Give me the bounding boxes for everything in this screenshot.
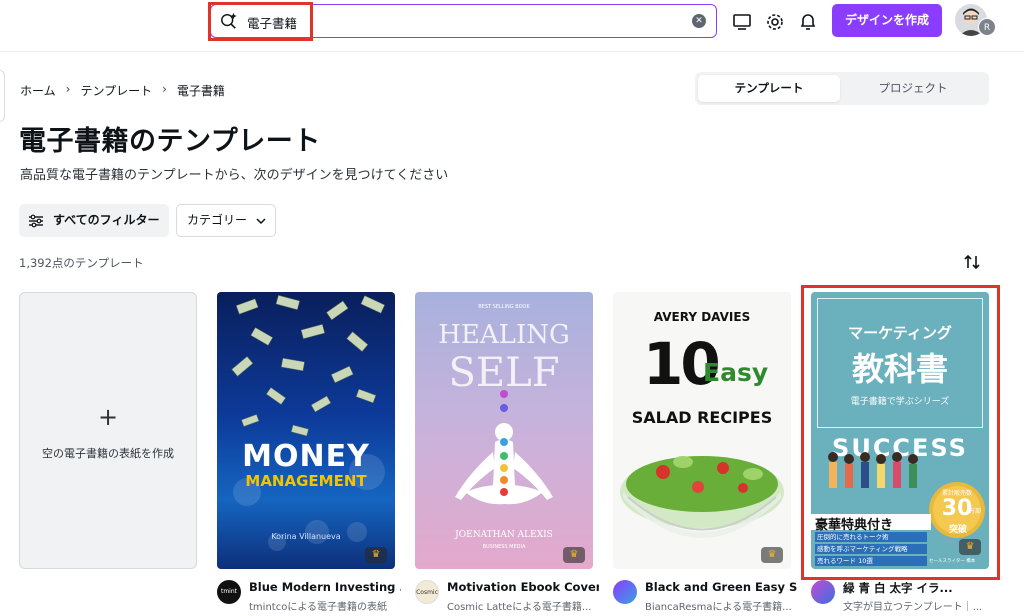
premium-crown-icon: ♛ [563, 547, 585, 563]
bell-icon[interactable] [797, 11, 819, 33]
filter-sliders-icon [29, 214, 43, 228]
bonus-item: 感動を呼ぶマーケティング戦略 [815, 544, 927, 554]
salad-bowl-illustration [620, 456, 784, 538]
premium-crown-icon: ♛ [365, 547, 387, 563]
category-dropdown[interactable]: カテゴリー [176, 204, 276, 237]
template-meta[interactable]: Black and Green Easy S... BiancaResmaによる… [613, 576, 798, 616]
template-creator[interactable]: 文字が目立つテンプレート｜... [843, 598, 995, 613]
tab-templates[interactable]: テンプレート [698, 75, 840, 102]
cover-title: MONEY [242, 439, 370, 474]
page-title: 電子書籍のテンプレート [19, 126, 321, 157]
account-badge: R [978, 18, 996, 36]
template-meta[interactable]: Cosmic Motivation Ebook Cover Cosmic Lat… [415, 576, 600, 616]
template-creator[interactable]: Cosmic Latteによる電子書籍... [447, 598, 599, 613]
template-meta[interactable]: 緑 青 白 太字 イラ... 文字が目立つテンプレート｜... [811, 576, 996, 616]
breadcrumb-ebook[interactable]: 電子書籍 [177, 82, 225, 99]
breadcrumb: ホーム › テンプレート › 電子書籍 [20, 82, 225, 99]
magic-search-icon [221, 12, 237, 29]
page-subtitle: 高品質な電子書籍のテンプレートから、次のデザインを見つけてください [20, 168, 449, 183]
badge-suffix: 突破 [948, 525, 967, 535]
create-blank-label: 空の電子書籍の表紙を作成 [42, 447, 174, 460]
plus-icon: + [97, 403, 119, 431]
template-title[interactable]: Motivation Ebook Cover [447, 580, 599, 594]
template-meta[interactable]: tmint Blue Modern Investing ... tmintcoに… [217, 576, 402, 616]
view-toggle: テンプレート プロジェクト [695, 72, 989, 105]
breadcrumb-templates[interactable]: テンプレート [80, 82, 152, 99]
breadcrumb-home[interactable]: ホーム [20, 82, 56, 99]
premium-crown-icon: ♛ [959, 539, 981, 555]
all-filters-button[interactable]: すべてのフィルター [19, 204, 169, 237]
cover-author: JOENATHAN ALEXIS [455, 530, 553, 540]
sort-icon[interactable] [962, 252, 982, 272]
template-card[interactable]: マーケティング 教科書 電子書籍で学ぶシリーズ SUCCESS 累計販売数 30… [811, 292, 989, 569]
badge-unit: 万部 [969, 508, 982, 515]
template-card[interactable]: MONEY MANAGEMENT Korina Villanueva ♛ [217, 292, 395, 569]
cover-subtitle: MANAGEMENT [245, 472, 367, 490]
create-design-button[interactable]: デザインを作成 [832, 4, 942, 37]
money-rain-illustration [231, 294, 385, 551]
desktop-app-icon[interactable] [731, 11, 753, 33]
all-filters-label: すべてのフィルター [53, 213, 160, 227]
tab-projects[interactable]: プロジェクト [842, 75, 984, 102]
gear-icon[interactable] [764, 11, 786, 33]
cover-author: Korina Villanueva [271, 532, 341, 541]
premium-crown-icon: ♛ [761, 547, 783, 563]
creator-logo: Cosmic [415, 580, 439, 604]
search-input[interactable]: 電子書籍 [247, 13, 297, 32]
bonus-item: 圧倒的に売れるトーク術 [815, 532, 927, 542]
template-creator[interactable]: tmintcoによる電子書籍の表紙 [249, 598, 401, 613]
bonus-title: 豪華特典付き [815, 518, 894, 533]
template-creator[interactable]: BiancaResmaによる電子書籍... [645, 598, 797, 613]
search-bar[interactable]: 電子書籍 ✕ [210, 4, 717, 38]
template-count: 1,392点のテンプレート [19, 256, 144, 270]
top-bar: 電子書籍 ✕ デザインを作成 R [0, 0, 1024, 52]
template-card[interactable]: BEST SELLING BOOK HEALING SELF JOENATHAN… [415, 292, 593, 569]
template-card[interactable]: AVERY DAVIES 10 Easy SALAD RECIPES ♛ [613, 292, 791, 569]
cover-author: セールスライター 橋本 [929, 559, 976, 564]
template-title[interactable]: 緑 青 白 太字 イラ... [843, 580, 995, 596]
template-title[interactable]: Blue Modern Investing ... [249, 580, 401, 594]
creator-avatar [811, 580, 835, 604]
meditation-figure-illustration [455, 390, 553, 505]
clear-search-icon[interactable]: ✕ [692, 14, 706, 28]
creator-avatar [613, 580, 637, 604]
template-title[interactable]: Black and Green Easy S... [645, 580, 797, 594]
chevron-down-icon [256, 218, 266, 225]
bonus-item: 売れるワード 10選 [815, 556, 927, 566]
chevron-right-icon: › [65, 82, 71, 96]
side-panel-handle[interactable] [0, 70, 5, 122]
creator-logo: tmint [217, 580, 241, 604]
category-label: カテゴリー [187, 213, 248, 227]
chevron-right-icon: › [162, 82, 167, 96]
create-blank-card[interactable]: + 空の電子書籍の表紙を作成 [19, 292, 197, 569]
